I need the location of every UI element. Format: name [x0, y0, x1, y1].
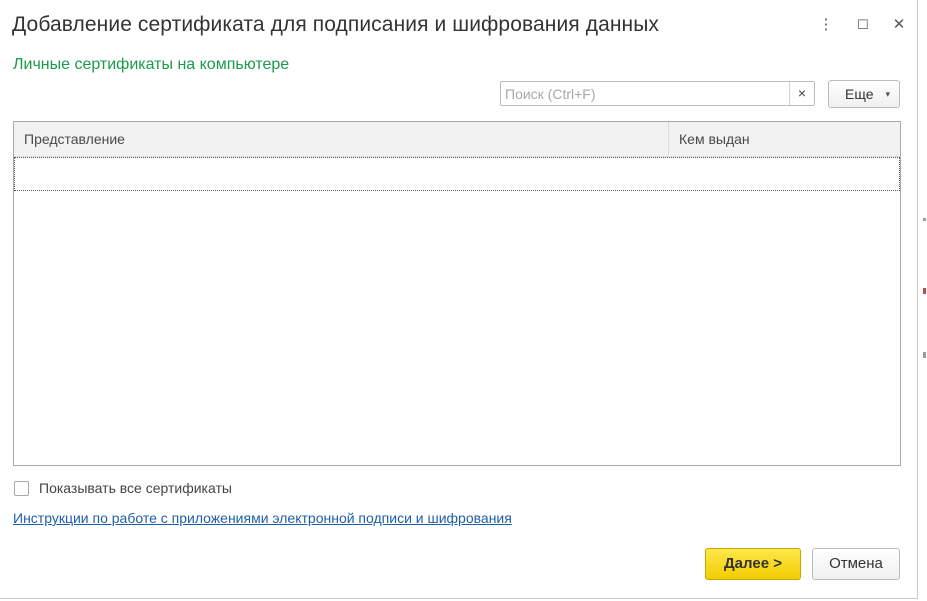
- column-header-issued-by[interactable]: Кем выдан: [669, 122, 900, 156]
- close-icon[interactable]: ✕: [889, 14, 909, 36]
- dialog-window: Добавление сертификата для подписания и …: [0, 0, 918, 599]
- more-button-label: Еще: [845, 86, 874, 102]
- more-button[interactable]: Еще ▾: [828, 80, 900, 108]
- clear-search-icon[interactable]: ×: [789, 82, 814, 105]
- show-all-checkbox[interactable]: [14, 480, 29, 496]
- cancel-button[interactable]: Отмена: [812, 548, 900, 580]
- section-subtitle: Личные сертификаты на компьютере: [13, 56, 290, 73]
- chevron-down-icon: ▾: [885, 89, 890, 99]
- show-all-label: Показывать все сертификаты: [39, 480, 232, 496]
- table-row[interactable]: [14, 157, 900, 191]
- search-box: ×: [500, 81, 815, 106]
- table-header: Представление Кем выдан: [14, 122, 900, 157]
- column-header-representation[interactable]: Представление: [14, 122, 669, 156]
- maximize-icon[interactable]: ☐: [853, 14, 873, 36]
- more-actions-icon[interactable]: ⋮: [816, 14, 836, 36]
- instructions-link[interactable]: Инструкции по работе с приложениями элек…: [13, 510, 512, 526]
- search-input[interactable]: [501, 82, 791, 105]
- show-all-certificates-option[interactable]: Показывать все сертификаты: [14, 479, 232, 497]
- background-window-edge: [919, 0, 927, 601]
- dialog-title: Добавление сертификата для подписания и …: [12, 13, 660, 36]
- certificates-table[interactable]: Представление Кем выдан: [13, 121, 901, 466]
- next-button[interactable]: Далее >: [705, 548, 801, 580]
